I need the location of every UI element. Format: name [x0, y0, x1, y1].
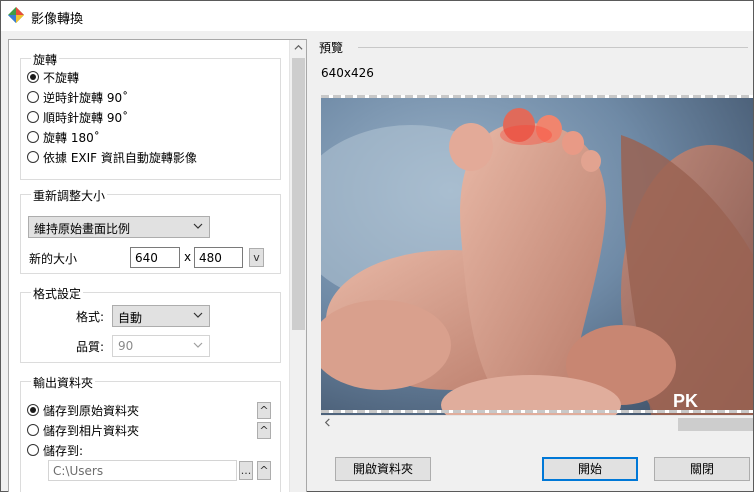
radio-button[interactable] — [27, 71, 39, 83]
settings-scrollbar[interactable] — [289, 40, 306, 492]
new-size-label: 新的大小 — [29, 252, 78, 266]
preview-divider — [358, 47, 748, 48]
height-input[interactable]: 480 — [194, 247, 243, 268]
preview-image: PK — [321, 95, 753, 415]
output-group-title: 輸出資料夾 — [31, 374, 96, 391]
rotation-group: 旋轉 不旋轉 逆時針旋轉 90˚ 順時針旋轉 90˚ 旋轉 180˚ 依據 EX… — [20, 51, 281, 180]
watermark-logo: PK — [673, 391, 698, 411]
rotate-180-option[interactable]: 旋轉 180˚ — [27, 129, 100, 145]
radio-button[interactable] — [27, 404, 39, 416]
rotate-cw-90-option[interactable]: 順時針旋轉 90˚ — [27, 109, 128, 125]
save-photos-folder-label: 儲存到相片資料夾 — [43, 423, 140, 438]
open-folder-button[interactable]: 開啟資料夾 — [335, 457, 431, 481]
width-input[interactable]: 640 — [130, 247, 180, 268]
window-title: 影像轉換 — [31, 12, 84, 27]
app-icon — [8, 7, 24, 23]
save-original-folder-option[interactable]: 儲存到原始資料夾 — [27, 402, 139, 418]
rotate-ccw-90-option[interactable]: 逆時針旋轉 90˚ — [27, 89, 128, 105]
rotate-none-label: 不旋轉 — [43, 70, 80, 85]
move-up-button[interactable]: ^ — [257, 402, 271, 419]
preview-title: 預覽 — [319, 41, 344, 55]
chevron-down-icon — [193, 342, 203, 348]
image-convert-window: 影像轉換 旋轉 不旋轉 逆時針旋轉 90˚ 順時針旋轉 90˚ 旋轉 180˚ — [0, 0, 754, 492]
radio-button[interactable] — [27, 131, 39, 143]
radio-button[interactable] — [27, 444, 39, 456]
output-folder-group: 輸出資料夾 儲存到原始資料夾 儲存到相片資料夾 儲存到: ^ ^ C:\User… — [20, 374, 281, 492]
save-photos-folder-option[interactable]: 儲存到相片資料夾 — [27, 422, 139, 438]
settings-panel: 旋轉 不旋轉 逆時針旋轉 90˚ 順時針旋轉 90˚ 旋轉 180˚ 依據 EX… — [8, 39, 307, 492]
browse-button[interactable]: ... — [239, 461, 253, 480]
preview-dimensions: 640x426 — [321, 66, 374, 80]
rotate-exif-option[interactable]: 依據 EXIF 資訊自動旋轉影像 — [27, 149, 197, 165]
rotate-exif-label: 依據 EXIF 資訊自動旋轉影像 — [43, 150, 197, 165]
format-label: 格式: — [76, 310, 105, 324]
format-group-title: 格式設定 — [31, 285, 84, 302]
preview-bottom-border — [321, 410, 753, 413]
resize-group: 重新調整大小 維持原始畫面比例 新的大小 640 x 480 v — [20, 187, 281, 274]
save-original-folder-label: 儲存到原始資料夾 — [43, 403, 140, 418]
format-value: 自動 — [118, 311, 143, 325]
radio-button[interactable] — [27, 424, 39, 436]
rotate-180-label: 旋轉 180˚ — [43, 130, 100, 145]
baby-feet-photo: PK — [321, 95, 753, 415]
scrollbar-thumb[interactable] — [678, 418, 753, 431]
quality-select[interactable]: 90 — [112, 335, 210, 357]
chevron-down-icon — [193, 223, 203, 229]
scrollbar-thumb[interactable] — [292, 58, 305, 330]
preview-top-border — [321, 95, 753, 98]
start-button[interactable]: 開始 — [542, 457, 638, 481]
radio-button[interactable] — [27, 111, 39, 123]
move-up-button[interactable]: ^ — [257, 422, 271, 439]
preview-horizontal-scrollbar[interactable] — [321, 415, 753, 432]
title-bar: 影像轉換 — [1, 1, 753, 31]
size-unit-button[interactable]: v — [249, 248, 264, 267]
output-path-input[interactable]: C:\Users — [48, 460, 237, 481]
resize-mode-value: 維持原始畫面比例 — [34, 222, 131, 236]
resize-mode-select[interactable]: 維持原始畫面比例 — [28, 216, 210, 238]
resize-group-title: 重新調整大小 — [31, 187, 108, 204]
radio-button[interactable] — [27, 91, 39, 103]
quality-value: 90 — [118, 339, 134, 353]
rotate-ccw-90-label: 逆時針旋轉 90˚ — [43, 90, 129, 105]
save-to-label: 儲存到: — [43, 443, 84, 458]
rotate-none-option[interactable]: 不旋轉 — [27, 69, 79, 85]
scroll-up-icon[interactable] — [290, 42, 306, 56]
rotation-group-title: 旋轉 — [31, 51, 60, 68]
save-to-option[interactable]: 儲存到: — [27, 442, 83, 458]
rotate-cw-90-label: 順時針旋轉 90˚ — [43, 110, 129, 125]
format-select[interactable]: 自動 — [112, 305, 210, 327]
close-button[interactable]: 關閉 — [654, 457, 750, 481]
quality-label: 品質: — [76, 340, 105, 354]
size-separator: x — [184, 250, 192, 264]
chevron-down-icon — [193, 312, 203, 318]
format-group: 格式設定 格式: 自動 品質: 90 — [20, 285, 281, 363]
radio-button[interactable] — [27, 151, 39, 163]
move-up-button[interactable]: ^ — [257, 461, 271, 480]
scroll-left-icon[interactable] — [323, 416, 332, 430]
